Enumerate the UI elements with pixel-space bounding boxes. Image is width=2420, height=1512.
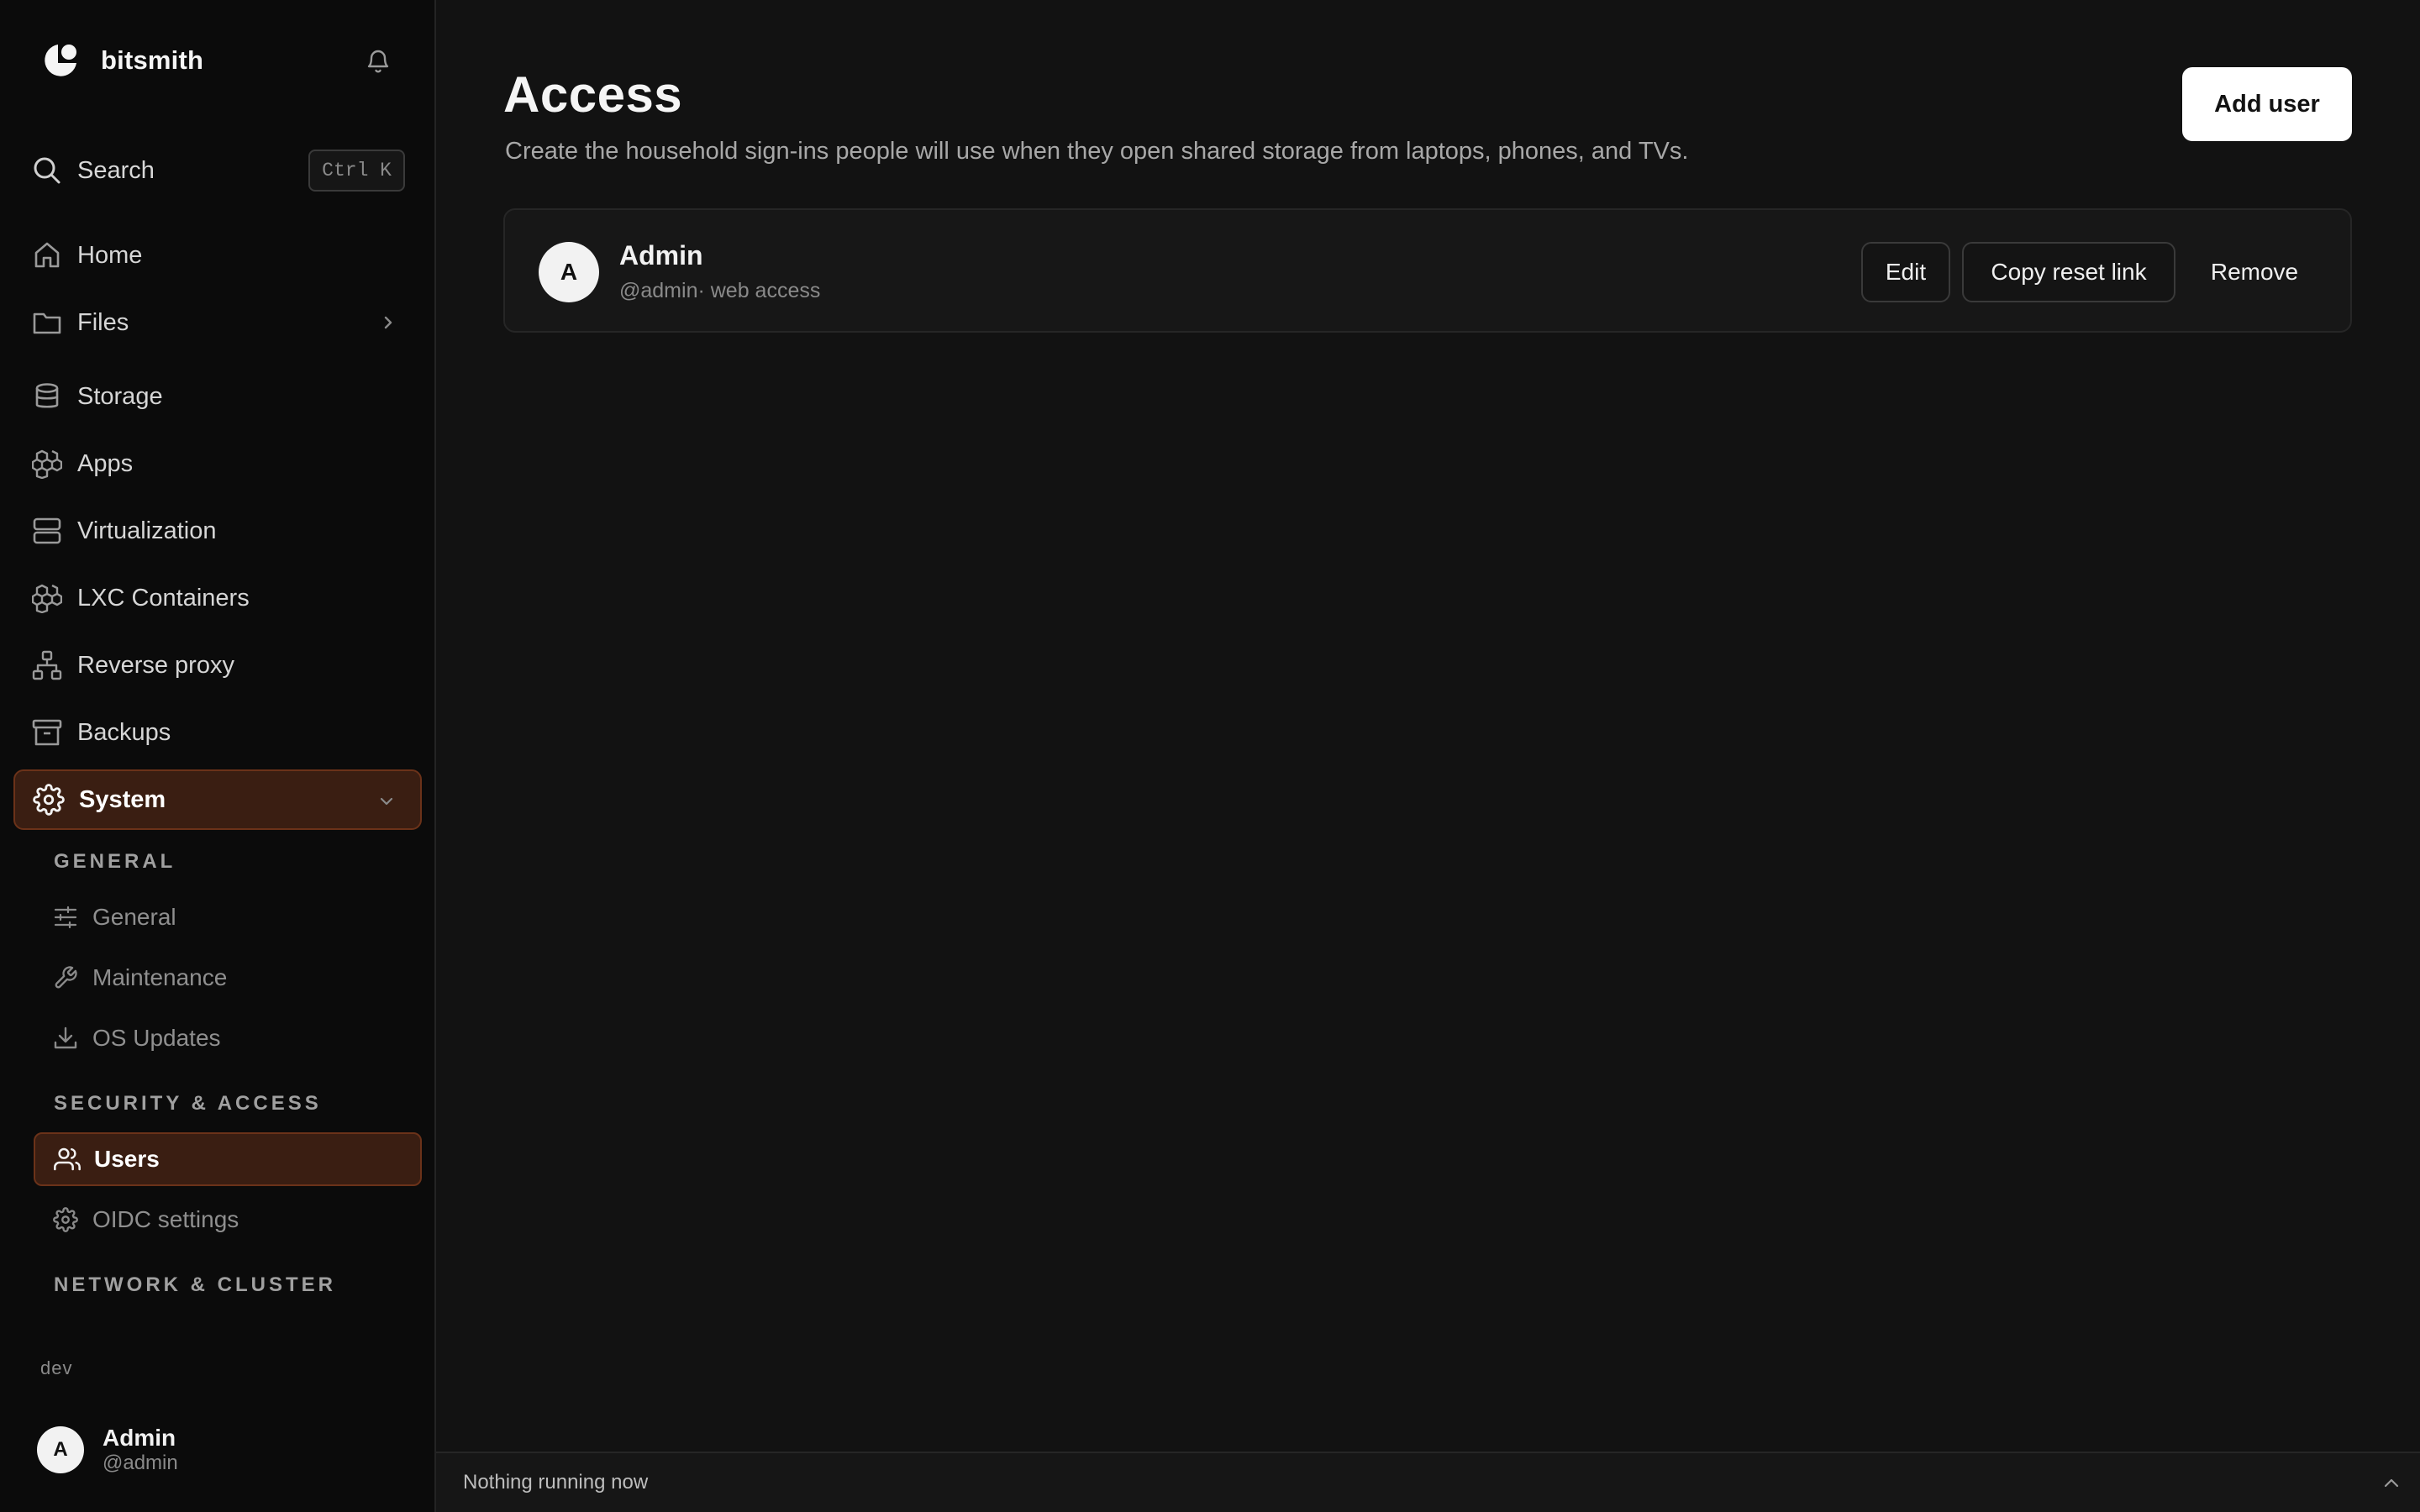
sub-item-maintenance[interactable]: Maintenance	[34, 951, 422, 1005]
chevron-up-icon[interactable]	[2380, 1472, 2403, 1495]
nav-item-label: LXC Containers	[77, 584, 250, 612]
database-icon	[30, 380, 64, 413]
nav-item-label: Storage	[77, 382, 163, 410]
nav-item-label: Virtualization	[77, 517, 217, 544]
nav-item-lxc-containers[interactable]: LXC Containers	[13, 568, 422, 628]
current-user-name: Admin	[103, 1424, 176, 1451]
boxes-icon	[30, 581, 64, 615]
nav-item-home[interactable]: Home	[13, 225, 422, 286]
sub-item-general[interactable]: General	[34, 890, 422, 944]
section-header-network-cluster: NETWORK & CLUSTER	[54, 1273, 336, 1296]
environment-label: dev	[40, 1357, 73, 1378]
nav-item-label: System	[79, 785, 166, 813]
nav-item-apps[interactable]: Apps	[13, 433, 422, 494]
users-icon	[54, 1146, 81, 1173]
current-user-text: Admin @admin	[103, 1424, 178, 1476]
sub-item-label: General	[92, 904, 176, 930]
gear-icon	[52, 1206, 79, 1233]
sub-item-oidc-settings[interactable]: OIDC settings	[34, 1193, 422, 1247]
section-header-security-access: SECURITY & ACCESS	[54, 1092, 322, 1115]
avatar: A	[539, 242, 599, 302]
remove-user-button[interactable]: Remove	[2192, 242, 2317, 302]
search-button[interactable]: Search Ctrl K	[30, 148, 405, 193]
page-title: Access	[503, 66, 683, 123]
nav-item-label: Files	[77, 308, 129, 336]
nav-item-backups[interactable]: Backups	[13, 702, 422, 763]
nav-item-label: Reverse proxy	[77, 651, 234, 679]
wrench-icon	[52, 964, 79, 991]
search-shortcut-badge: Ctrl K	[308, 150, 405, 192]
sub-item-label: OIDC settings	[92, 1206, 239, 1232]
brand-name: bitsmith	[101, 45, 204, 75]
app-root: bitsmith Search Ctrl K Home Files Storag…	[0, 0, 2420, 1512]
current-user-handle: @admin	[103, 1452, 178, 1475]
user-name: Admin	[619, 240, 703, 270]
main-content: Access Create the household sign-ins peo…	[436, 0, 2420, 1512]
sub-item-label: OS Updates	[92, 1025, 221, 1051]
sub-item-users[interactable]: Users	[34, 1132, 422, 1186]
avatar: A	[37, 1426, 84, 1473]
nav-item-label: Backups	[77, 718, 171, 746]
sub-item-label: Maintenance	[92, 964, 228, 990]
nav-item-reverse-proxy[interactable]: Reverse proxy	[13, 635, 422, 696]
page-subtitle: Create the household sign-ins people wil…	[505, 138, 1689, 165]
task-status-text: Nothing running now	[463, 1471, 649, 1494]
sliders-icon	[52, 904, 79, 931]
nav-item-storage[interactable]: Storage	[13, 366, 422, 427]
search-icon	[30, 154, 64, 187]
bitsmith-logo-icon	[40, 40, 81, 81]
user-meta: @admin· web access	[619, 279, 821, 302]
copy-reset-link-button[interactable]: Copy reset link	[1962, 242, 2175, 302]
boxes-icon	[30, 447, 64, 480]
nav-item-system[interactable]: System	[13, 769, 422, 830]
sub-item-os-updates[interactable]: OS Updates	[34, 1011, 422, 1065]
task-status-bar[interactable]: Nothing running now	[436, 1452, 2420, 1512]
sub-item-label: Users	[94, 1146, 160, 1172]
chevron-right-icon[interactable]	[376, 311, 400, 334]
nav-item-files[interactable]: Files	[13, 292, 422, 353]
user-row: A Admin @admin· web access Edit Copy res…	[503, 208, 2352, 333]
current-user-card[interactable]: A Admin @admin	[37, 1423, 178, 1477]
search-label: Search	[77, 156, 155, 184]
server-icon	[30, 514, 64, 548]
download-icon	[52, 1025, 79, 1052]
edit-user-button[interactable]: Edit	[1861, 242, 1950, 302]
brand[interactable]: bitsmith	[40, 40, 203, 81]
add-user-button[interactable]: Add user	[2182, 67, 2352, 141]
network-icon	[30, 648, 64, 682]
gear-icon	[32, 783, 66, 816]
section-header-general: GENERAL	[54, 850, 176, 873]
chevron-down-icon[interactable]	[375, 790, 398, 813]
home-icon	[30, 239, 64, 272]
sidebar: bitsmith Search Ctrl K Home Files Storag…	[0, 0, 436, 1512]
nav-item-label: Apps	[77, 449, 134, 477]
notifications-bell-icon[interactable]	[363, 45, 393, 76]
archive-icon	[30, 716, 64, 749]
folder-icon	[30, 306, 64, 339]
nav-item-label: Home	[77, 241, 143, 269]
nav-item-virtualization[interactable]: Virtualization	[13, 501, 422, 561]
